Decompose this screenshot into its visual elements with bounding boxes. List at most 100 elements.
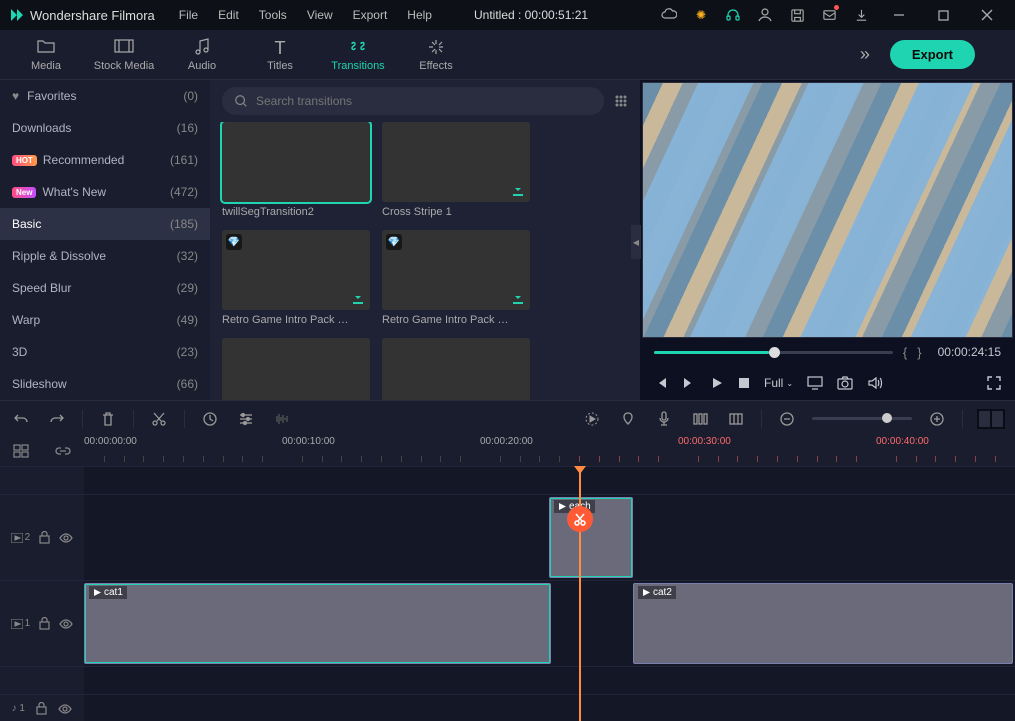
- undo-button[interactable]: [10, 408, 32, 430]
- split-button[interactable]: [567, 506, 593, 532]
- sidebar-item-count: (66): [177, 377, 198, 391]
- transition-thumb[interactable]: Cross Stripe 1: [382, 122, 530, 218]
- volume-icon[interactable]: [867, 376, 883, 390]
- heart-icon: ♥: [12, 89, 19, 103]
- headphones-icon[interactable]: [719, 1, 747, 29]
- ruler-tick: 00:00:00:00: [84, 436, 137, 447]
- display-icon[interactable]: [807, 376, 823, 390]
- search-input-wrapper[interactable]: [222, 87, 604, 115]
- sidebar-item-basic[interactable]: Basic(185): [0, 208, 210, 240]
- speed-button[interactable]: [199, 408, 221, 430]
- transition-thumb[interactable]: 💎Retro Game Intro Pack …: [382, 230, 530, 326]
- preview-viewport[interactable]: [642, 82, 1013, 338]
- sidebar-item-what-s-new[interactable]: NewWhat's New(472): [0, 176, 210, 208]
- menu-view[interactable]: View: [299, 4, 341, 26]
- grid-view-icon[interactable]: [614, 94, 628, 108]
- download-icon: [350, 290, 366, 306]
- zoom-out-button[interactable]: [776, 408, 798, 430]
- lock-icon[interactable]: [39, 617, 50, 630]
- render-button[interactable]: [581, 408, 603, 430]
- download-icon[interactable]: [847, 1, 875, 29]
- sidebar-item-3d[interactable]: 3D(23): [0, 336, 210, 368]
- search-input[interactable]: [256, 94, 592, 108]
- timeline-clip[interactable]: cat2: [633, 583, 1013, 664]
- menu-tools[interactable]: Tools: [251, 4, 295, 26]
- account-icon[interactable]: [751, 1, 779, 29]
- maximize-button[interactable]: [923, 0, 963, 30]
- more-tabs-icon[interactable]: »: [846, 44, 884, 65]
- snapshot-icon[interactable]: [837, 376, 853, 390]
- prev-frame-button[interactable]: [654, 376, 668, 390]
- transition-thumb[interactable]: [382, 338, 530, 400]
- search-icon: [234, 94, 248, 108]
- sidebar-item-speed-blur[interactable]: Speed Blur(29): [0, 272, 210, 304]
- fullscreen-icon[interactable]: [987, 376, 1001, 390]
- transition-thumb[interactable]: 💎Retro Game Intro Pack …: [222, 230, 370, 326]
- collapse-panel-icon[interactable]: ◀: [631, 225, 641, 259]
- premium-icon: 💎: [226, 234, 242, 250]
- next-frame-button[interactable]: [682, 376, 696, 390]
- timeline-link-icon[interactable]: [55, 444, 71, 458]
- tab-effects[interactable]: Effects: [400, 31, 472, 79]
- split-view-button[interactable]: [977, 409, 1005, 429]
- zoom-in-button[interactable]: [926, 408, 948, 430]
- sidebar-item-downloads[interactable]: Downloads(16): [0, 112, 210, 144]
- track-type-icon: 2: [11, 532, 31, 543]
- tab-audio[interactable]: Audio: [166, 31, 238, 79]
- theme-icon[interactable]: ✺: [687, 1, 715, 29]
- preview-scrubber[interactable]: [654, 351, 893, 354]
- cloud-icon[interactable]: [655, 1, 683, 29]
- sidebar-item-ripple-dissolve[interactable]: Ripple & Dissolve(32): [0, 240, 210, 272]
- export-button[interactable]: Export: [890, 40, 975, 69]
- timeline-clip[interactable]: cat1: [84, 583, 551, 664]
- lock-icon[interactable]: [36, 702, 47, 715]
- messages-icon[interactable]: [815, 1, 843, 29]
- ruler-tick: 00:00:40:00: [876, 436, 929, 447]
- menu-help[interactable]: Help: [399, 4, 440, 26]
- thumb-caption: twillSegTransition2: [222, 206, 370, 218]
- eye-icon[interactable]: [59, 533, 73, 543]
- playhead[interactable]: [579, 466, 581, 721]
- eye-icon[interactable]: [58, 704, 72, 714]
- sidebar-item-recommended[interactable]: HOTRecommended(161): [0, 144, 210, 176]
- crop-button[interactable]: [725, 408, 747, 430]
- audio-wave-button[interactable]: [271, 408, 293, 430]
- close-button[interactable]: [967, 0, 1007, 30]
- minimize-button[interactable]: [879, 0, 919, 30]
- adjust-button[interactable]: [235, 408, 257, 430]
- sidebar-item-count: (49): [177, 313, 198, 327]
- eye-icon[interactable]: [59, 619, 73, 629]
- tab-transitions[interactable]: Transitions: [322, 31, 394, 79]
- zoom-slider[interactable]: [812, 417, 912, 420]
- mark-out-icon[interactable]: }: [917, 345, 921, 360]
- sidebar-item-count: (0): [183, 89, 198, 103]
- transition-thumb[interactable]: [222, 338, 370, 400]
- marker-button[interactable]: [617, 408, 639, 430]
- sidebar-item-label: Recommended: [43, 153, 170, 167]
- menu-edit[interactable]: Edit: [210, 4, 247, 26]
- lock-icon[interactable]: [39, 531, 50, 544]
- cut-button[interactable]: [148, 408, 170, 430]
- save-icon[interactable]: [783, 1, 811, 29]
- sidebar-item-favorites[interactable]: ♥Favorites(0): [0, 80, 210, 112]
- play-button[interactable]: [710, 376, 724, 390]
- timeline-tracks-icon[interactable]: [13, 444, 29, 458]
- tab-stock-media[interactable]: Stock Media: [88, 31, 160, 79]
- menu-export[interactable]: Export: [345, 4, 396, 26]
- sidebar-item-slideshow[interactable]: Slideshow(66): [0, 368, 210, 400]
- mark-in-icon[interactable]: {: [903, 345, 907, 360]
- timeline-clip[interactable]: each: [549, 497, 633, 578]
- menu-file[interactable]: File: [171, 4, 206, 26]
- sidebar-item-warp[interactable]: Warp(49): [0, 304, 210, 336]
- stop-button[interactable]: [738, 377, 750, 389]
- delete-button[interactable]: [97, 408, 119, 430]
- timeline-toolbar: [0, 400, 1015, 436]
- tab-titles[interactable]: TTitles: [244, 31, 316, 79]
- redo-button[interactable]: [46, 408, 68, 430]
- timeline-ruler[interactable]: 00:00:00:0000:00:10:0000:00:20:0000:00:3…: [84, 436, 1015, 466]
- tab-media[interactable]: Media: [10, 31, 82, 79]
- quality-dropdown[interactable]: Full ⌄: [764, 376, 793, 390]
- mixer-button[interactable]: [689, 408, 711, 430]
- transition-thumb[interactable]: twillSegTransition2: [222, 122, 370, 218]
- voiceover-button[interactable]: [653, 408, 675, 430]
